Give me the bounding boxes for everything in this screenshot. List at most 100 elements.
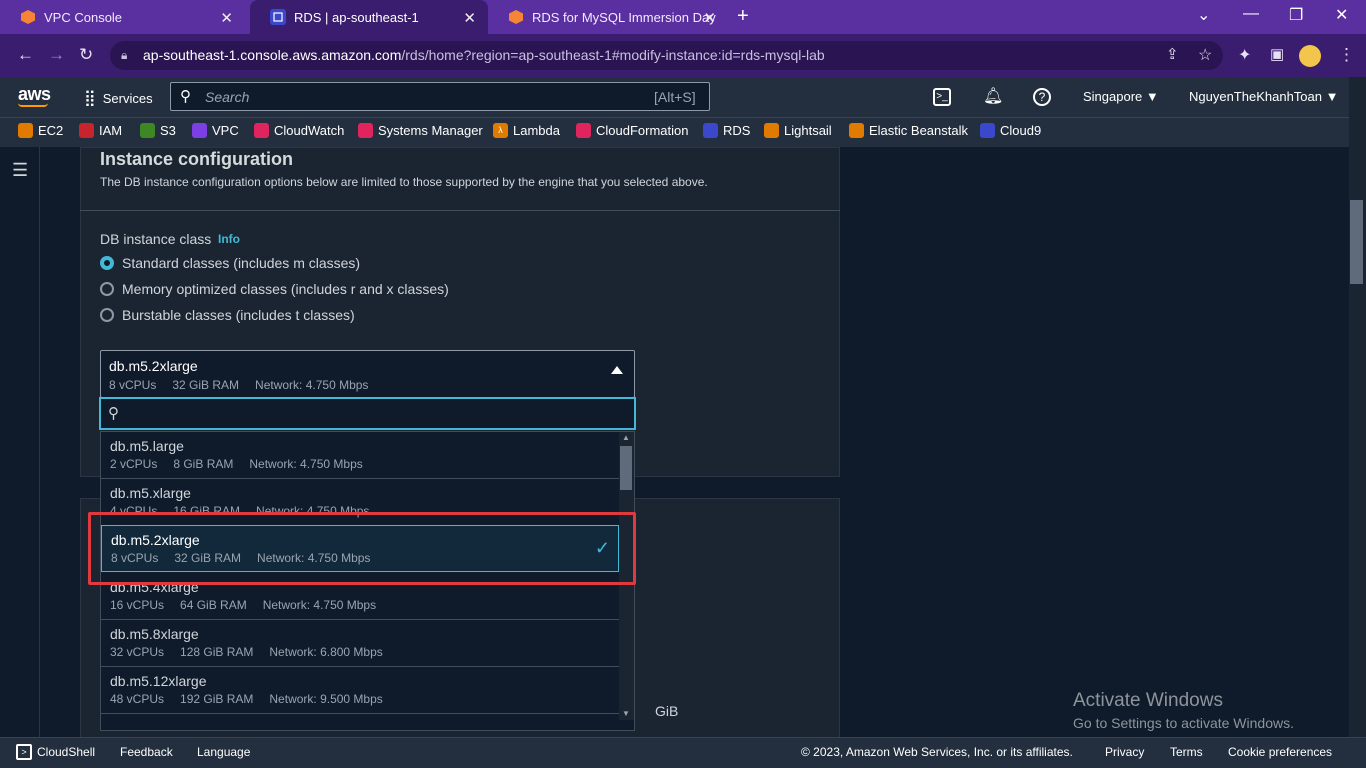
vpc-icon <box>192 123 207 138</box>
tab-title: VPC Console <box>44 9 123 25</box>
terms-link[interactable]: Terms <box>1170 745 1203 759</box>
bookmark-star-icon[interactable]: ☆ <box>1198 45 1212 65</box>
restore-icon[interactable]: ❐ <box>1289 5 1303 25</box>
tab-rds[interactable]: RDS | ap-southeast-1 ✕ <box>250 0 488 34</box>
page-scrollbar[interactable] <box>1349 77 1366 737</box>
radio-memory-optimized-classes[interactable]: Memory optimized classes (includes r and… <box>100 281 449 297</box>
activate-windows-subtitle: Go to Settings to activate Windows. <box>1073 715 1294 731</box>
cloudformation-icon <box>576 123 591 138</box>
fav-s3[interactable]: S3 <box>140 123 176 138</box>
search-shortcut: [Alt+S] <box>654 89 696 105</box>
cloudshell-icon: > <box>16 744 32 760</box>
tab-immersion-day[interactable]: RDS for MySQL Immersion Day ✕ <box>488 0 728 34</box>
extensions-icon[interactable]: ✦ <box>1238 45 1251 65</box>
caret-down-icon: ▼ <box>1145 89 1159 104</box>
minimize-icon[interactable]: — <box>1243 5 1259 23</box>
sidebar-icon[interactable]: ▣ <box>1270 45 1284 63</box>
tab-title: RDS for MySQL Immersion Day <box>532 9 716 25</box>
tab-title: RDS | ap-southeast-1 <box>294 9 419 25</box>
close-icon[interactable]: ✕ <box>220 9 233 27</box>
scroll-up-arrow-icon[interactable]: ▲ <box>622 433 630 442</box>
reload-icon[interactable]: ↻ <box>79 45 93 65</box>
back-icon[interactable]: ← <box>17 45 34 65</box>
new-tab-icon[interactable]: + <box>737 5 749 28</box>
copyright-text: © 2023, Amazon Web Services, Inc. or its… <box>801 745 1073 759</box>
close-icon[interactable]: ✕ <box>703 9 716 27</box>
fav-lightsail[interactable]: Lightsail <box>764 123 832 138</box>
dropdown-scrollbar-thumb[interactable] <box>620 446 632 490</box>
share-icon[interactable]: ⇪ <box>1166 45 1179 63</box>
db-instance-class-label: DB instance class <box>100 231 212 247</box>
cloudshell-link[interactable]: CloudShell <box>37 745 95 759</box>
iam-icon <box>79 123 94 138</box>
forward-icon[interactable]: → <box>48 45 65 65</box>
caret-down-icon: ▼ <box>1325 89 1339 104</box>
privacy-link[interactable]: Privacy <box>1105 745 1144 759</box>
caret-up-icon[interactable] <box>611 366 623 374</box>
section-description: The DB instance configuration options be… <box>100 175 708 189</box>
radio-selected-icon <box>100 256 114 270</box>
feedback-link[interactable]: Feedback <box>120 745 173 759</box>
fav-systems-manager[interactable]: Systems Manager <box>358 123 483 138</box>
tab-vpc-console[interactable]: VPC Console ✕ <box>0 0 245 34</box>
cookie-preferences-link[interactable]: Cookie preferences <box>1228 745 1332 759</box>
s3-icon <box>140 123 155 138</box>
fav-ec2[interactable]: EC2 <box>18 123 63 138</box>
ec2-icon <box>18 123 33 138</box>
rds-icon <box>703 123 718 138</box>
aws-logo[interactable]: aws <box>18 84 51 105</box>
language-link[interactable]: Language <box>197 745 250 759</box>
help-icon[interactable]: ? <box>1033 88 1051 106</box>
region-selector[interactable]: Singapore ▼ <box>1083 89 1159 104</box>
tab-search-icon[interactable]: ⌄ <box>1197 5 1210 25</box>
account-menu[interactable]: NguyenTheKhanhToan ▼ <box>1189 89 1339 104</box>
grid-icon: ⣿ <box>84 90 96 107</box>
menu-hamburger-icon[interactable]: ☰ <box>12 160 28 181</box>
fav-cloudformation[interactable]: CloudFormation <box>576 123 689 138</box>
option-db-m5-8xlarge[interactable]: db.m5.8xlarge 32 vCPUs 128 GiB RAM Network… <box>101 620 619 667</box>
url-text: ap-southeast-1.console.aws.amazon.com/rd… <box>143 47 825 63</box>
lock-icon: 🔒︎ <box>121 48 128 62</box>
fav-rds[interactable]: RDS <box>703 123 750 138</box>
section-title: Instance configuration <box>100 149 294 169</box>
aws-cube-icon <box>509 10 523 24</box>
instance-class-filter-input[interactable] <box>99 397 636 430</box>
info-link[interactable]: Info <box>218 232 240 246</box>
cloudwatch-icon <box>254 123 269 138</box>
option-db-m5-12xlarge[interactable]: db.m5.12xlarge 48 vCPUs 192 GiB RAM Networ… <box>101 667 619 714</box>
annotation-highlight-box <box>88 512 636 585</box>
side-navigation-rail <box>0 147 40 737</box>
fav-vpc[interactable]: VPC <box>192 123 239 138</box>
selected-class-specs: 8 vCPUs 32 GiB RAM Network: 4.750 Mbps <box>109 378 369 392</box>
selected-class-name: db.m5.2xlarge <box>109 358 198 374</box>
option-db-m5-large[interactable]: db.m5.large 2 vCPUs 8 GiB RAM Network: 4.7… <box>101 432 619 479</box>
fav-cloud9[interactable]: Cloud9 <box>980 123 1041 138</box>
rds-icon <box>270 9 286 25</box>
fav-cloudwatch[interactable]: CloudWatch <box>254 123 344 138</box>
radio-standard-classes[interactable]: Standard classes (includes m classes) <box>100 255 360 271</box>
elastic-beanstalk-icon <box>849 123 864 138</box>
services-menu[interactable]: ⣿ Services <box>84 88 153 108</box>
fav-lambda[interactable]: λ Lambda <box>493 123 560 138</box>
page-scrollbar-thumb[interactable] <box>1350 200 1363 284</box>
activate-windows-title: Activate Windows <box>1073 690 1223 711</box>
browser-menu-icon[interactable]: ⋮ <box>1338 45 1355 65</box>
aws-cube-icon <box>21 10 35 24</box>
fav-elastic-beanstalk[interactable]: Elastic Beanstalk <box>849 123 968 138</box>
cloud9-icon <box>980 123 995 138</box>
search-icon: ⚲ <box>180 88 191 105</box>
search-icon: ⚲ <box>108 405 119 422</box>
radio-burstable-classes[interactable]: Burstable classes (includes t classes) <box>100 307 355 323</box>
fav-iam[interactable]: IAM <box>79 123 122 138</box>
close-icon[interactable]: ✕ <box>463 9 476 27</box>
cloudshell-icon[interactable]: >_ <box>933 88 951 106</box>
search-input[interactable] <box>170 82 710 111</box>
notifications-bell-icon[interactable]: 🔔︎ <box>983 86 1003 106</box>
radio-empty-icon <box>100 308 114 322</box>
search-placeholder: Search <box>205 89 250 105</box>
window-close-icon[interactable]: ✕ <box>1335 5 1348 25</box>
scroll-down-arrow-icon[interactable]: ▼ <box>622 709 630 718</box>
profile-avatar[interactable] <box>1299 45 1321 67</box>
lightsail-icon <box>764 123 779 138</box>
systems-manager-icon <box>358 123 373 138</box>
